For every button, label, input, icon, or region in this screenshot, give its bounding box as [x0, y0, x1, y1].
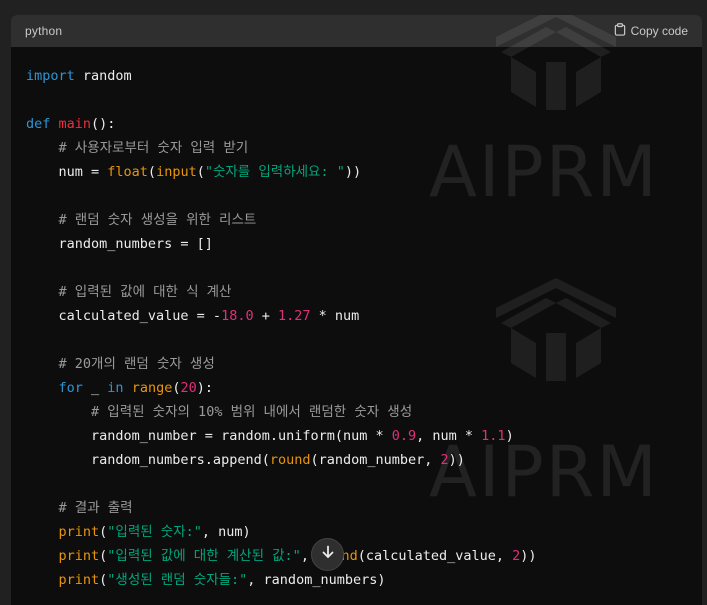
code-token: "입력된 값에 대한 계산된 값:"	[107, 548, 301, 564]
code-token: for	[58, 380, 83, 396]
code-token: 0.9	[391, 428, 417, 444]
code-token: calculated_value = -	[26, 308, 222, 324]
code-token: random_number = random.uniform(num *	[26, 428, 392, 444]
code-line: random_numbers = []	[26, 232, 702, 256]
code-line: # 입력된 숫자의 10% 범위 내에서 랜덤한 숫자 생성	[26, 400, 702, 424]
code-token: 18.0	[221, 308, 254, 324]
code-block-header: python Copy code	[11, 15, 702, 47]
code-line: def main():	[26, 112, 702, 136]
code-token: , num *	[416, 428, 482, 444]
code-line: # 20개의 랜덤 숫자 생성	[26, 352, 702, 376]
code-token: 1.1	[481, 428, 506, 444]
code-line: # 랜덤 숫자 생성을 위한 리스트	[26, 208, 702, 232]
code-token: random_numbers = []	[26, 236, 213, 252]
code-token: def	[26, 116, 51, 132]
arrow-down-icon	[321, 545, 335, 564]
code-content[interactable]: AIPRM AIPRM import random def main(): # …	[11, 15, 702, 592]
code-token: input	[156, 164, 197, 180]
code-token: )	[505, 428, 514, 444]
code-token: * num	[310, 308, 360, 324]
code-token: # 결과 출력	[58, 500, 133, 516]
scroll-to-bottom-button[interactable]	[311, 538, 344, 571]
code-token: ))	[344, 164, 362, 180]
code-token: "생성된 랜덤 숫자들:"	[107, 572, 248, 588]
code-line: # 결과 출력	[26, 496, 702, 520]
code-token: ))	[448, 452, 465, 468]
code-token: import	[26, 68, 75, 84]
code-token: "숫자를 입력하세요: "	[204, 164, 345, 180]
code-line: print("생성된 랜덤 숫자들:", random_numbers)	[26, 568, 702, 592]
code-token: , random_numbers)	[247, 572, 386, 588]
code-token: # 20개의 랜덤 숫자 생성	[58, 356, 215, 372]
code-token: print	[58, 524, 100, 540]
code-token: round	[269, 452, 311, 468]
code-line: # 입력된 값에 대한 식 계산	[26, 280, 702, 304]
code-token: print	[58, 572, 100, 588]
code-line: calculated_value = -18.0 + 1.27 * num	[26, 304, 702, 328]
code-token: num =	[26, 164, 108, 180]
code-token: 2	[440, 452, 449, 468]
code-line: # 사용자로부터 숫자 입력 받기	[26, 136, 702, 160]
code-token: (	[147, 164, 157, 180]
code-token: float	[107, 164, 148, 180]
copy-code-label: Copy code	[630, 24, 688, 38]
code-token: in	[107, 380, 124, 396]
code-line: print("입력된 값에 대한 계산된 값:", round(calculat…	[26, 544, 702, 568]
code-token: _	[82, 380, 108, 396]
code-token: ))	[520, 548, 537, 564]
code-token: # 랜덤 숫자 생성을 위한 리스트	[58, 212, 257, 228]
code-token: print	[58, 548, 100, 564]
code-token: "입력된 숫자:"	[107, 524, 202, 540]
code-token: ():	[91, 116, 116, 132]
clipboard-icon	[614, 23, 626, 39]
code-token: # 입력된 값에 대한 식 계산	[58, 284, 232, 300]
code-token: range	[131, 380, 173, 396]
code-line: print("입력된 숫자:", num)	[26, 520, 702, 544]
code-token: , num)	[201, 524, 251, 540]
code-token: 20	[180, 380, 197, 396]
code-token: ):	[196, 380, 214, 396]
copy-code-button[interactable]: Copy code	[614, 23, 688, 39]
code-token: (calculated_value,	[357, 548, 513, 564]
code-token: # 입력된 숫자의 10% 범위 내에서 랜덤한 숫자 생성	[91, 404, 413, 420]
code-line: num = float(input("숫자를 입력하세요: "))	[26, 160, 702, 184]
code-token: (	[196, 164, 205, 180]
code-block: python Copy code AIPRM AIPRM import rand…	[11, 15, 702, 605]
code-line: import random	[26, 64, 702, 88]
code-token: (random_number,	[310, 452, 441, 468]
code-token: # 사용자로부터 숫자 입력 받기	[58, 140, 249, 156]
language-label: python	[25, 24, 63, 38]
code-token: 1.27	[277, 308, 311, 324]
code-token: random_numbers.append(	[26, 452, 270, 468]
code-token: main	[58, 116, 92, 132]
code-token: random	[74, 68, 132, 84]
code-line: for _ in range(20):	[26, 376, 702, 400]
code-token: +	[253, 308, 278, 324]
code-line: random_numbers.append(round(random_numbe…	[26, 448, 702, 472]
code-line: random_number = random.uniform(num * 0.9…	[26, 424, 702, 448]
